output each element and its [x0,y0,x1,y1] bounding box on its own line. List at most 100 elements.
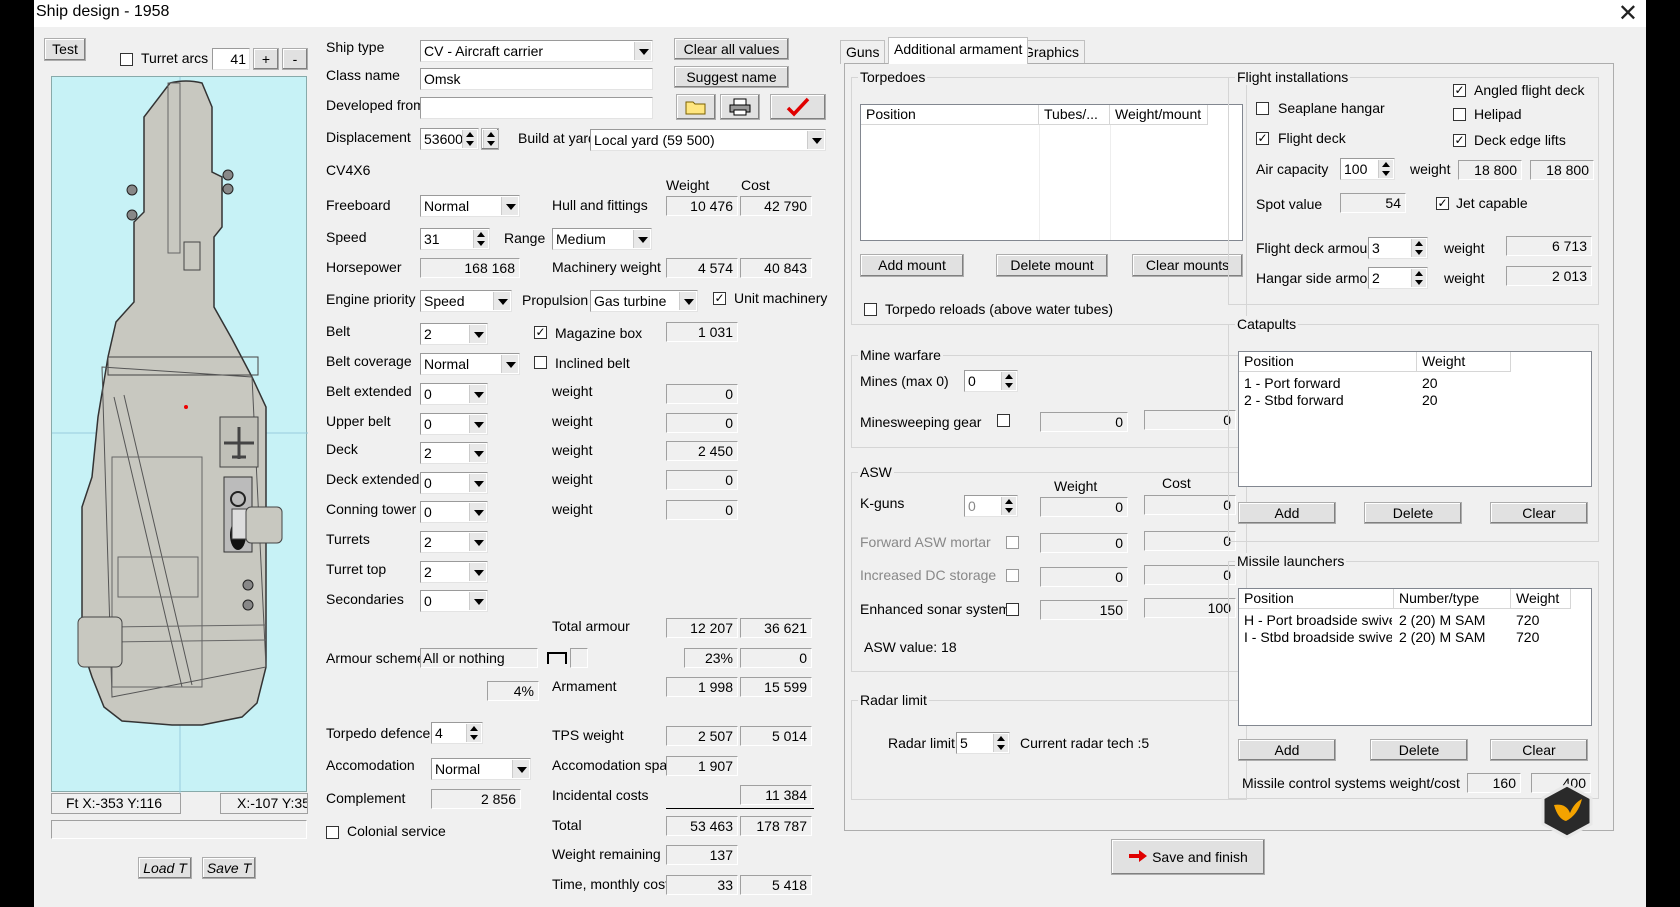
close-icon[interactable]: ✕ [1618,0,1638,27]
range-select[interactable]: Medium [552,228,652,250]
increased-dc-storage-checkbox[interactable] [1006,569,1019,582]
torpedo-defence-value: 4 [435,725,443,741]
clear-mounts-button[interactable]: Clear mounts [1132,254,1243,277]
propulsion-select[interactable]: Gas turbine [590,290,698,312]
air-capacity-field[interactable]: 100 [1340,158,1395,180]
turret-arcs-minus-button[interactable]: - [282,48,308,70]
torpedoes-title: Torpedoes [858,69,928,85]
missile-row-2-position[interactable]: I - Stbd broadside swivel... [1244,629,1392,645]
ship-plan-view[interactable] [51,76,308,793]
flight-deck-armour-field[interactable]: 3 [1368,237,1428,259]
unit-machinery-checkbox[interactable]: ✓ [713,292,726,305]
tab-additional-armament[interactable]: Additional armament [888,37,1029,64]
torpedo-defence-spinner[interactable] [466,724,481,742]
tab-guns[interactable]: Guns [840,40,886,64]
air-capacity-spinner[interactable] [1378,160,1393,178]
hangar-side-armour-field[interactable]: 2 [1368,267,1428,289]
belt-extended-select[interactable]: 0 [420,383,488,405]
deck-edge-lifts-checkbox[interactable]: ✓ [1453,134,1466,147]
torpedo-col-tubes[interactable]: Tubes/... [1039,105,1110,125]
chevron-down-icon [501,355,518,373]
print-button[interactable] [720,94,760,120]
confirm-button[interactable] [770,94,826,120]
missile-launchers-list[interactable]: Position Number/type Weight H - Port bro… [1238,588,1592,726]
class-name-field[interactable]: Omsk [420,68,653,90]
missile-col-position[interactable]: Position [1239,589,1394,609]
radar-limit-spinner[interactable] [993,734,1008,752]
colonial-service-checkbox[interactable] [326,826,339,839]
k-guns-field[interactable]: 0 [964,495,1018,517]
build-at-yard-select[interactable]: Local yard (59 500) [590,129,826,151]
catapult-add-button[interactable]: Add [1238,502,1336,524]
belt-coverage-select[interactable]: Normal [420,353,520,375]
freeboard-select[interactable]: Normal [420,195,520,217]
displacement-spinner[interactable] [462,130,477,148]
missile-row-1-position[interactable]: H - Port broadside swive... [1244,612,1392,628]
torpedo-col-position[interactable]: Position [861,105,1039,125]
delete-mount-button[interactable]: Delete mount [996,254,1108,277]
deck-select[interactable]: 2 [420,442,488,464]
seaplane-hangar-checkbox[interactable] [1256,102,1269,115]
turret-arcs-checkbox[interactable] [120,53,133,66]
missile-col-weight[interactable]: Weight [1511,589,1571,609]
jet-capable-checkbox[interactable]: ✓ [1436,197,1449,210]
magazine-box-checkbox[interactable]: ✓ [534,326,547,339]
missile-clear-button[interactable]: Clear [1490,739,1588,761]
belt-select[interactable]: 2 [420,323,488,345]
torpedo-reloads-checkbox[interactable] [864,303,877,316]
current-radar-tech: Current radar tech :5 [1020,735,1150,751]
forward-asw-mortar-checkbox[interactable] [1006,536,1019,549]
accomodation-select[interactable]: Normal [431,758,531,780]
helipad-checkbox[interactable] [1453,108,1466,121]
radar-limit-field[interactable]: 5 [956,732,1010,754]
deck-extended-select[interactable]: 0 [420,472,488,494]
mines-field[interactable]: 0 [964,370,1018,392]
minesweeping-gear-checkbox[interactable] [997,414,1010,427]
speed-spinner[interactable] [473,230,488,248]
clear-all-values-button[interactable]: Clear all values [674,38,789,60]
missile-add-button[interactable]: Add [1238,739,1336,761]
suggest-name-button[interactable]: Suggest name [674,66,789,88]
load-button[interactable]: Load T [138,857,192,879]
missile-col-number-type[interactable]: Number/type [1394,589,1511,609]
catapult-row-2-position[interactable]: 2 - Stbd forward [1244,392,1344,408]
displacement-field[interactable]: 53600 [420,128,479,150]
turret-top-select[interactable]: 2 [420,561,488,583]
add-mount-button[interactable]: Add mount [860,254,964,277]
catapult-row-1-position[interactable]: 1 - Port forward [1244,375,1340,391]
torpedo-defence-field[interactable]: 4 [431,722,483,744]
mines-spinner[interactable] [1001,372,1016,390]
displacement-spinner-large[interactable] [481,128,499,150]
angled-flight-deck-checkbox[interactable]: ✓ [1453,84,1466,97]
catapult-col-position[interactable]: Position [1239,352,1417,372]
conning-tower-select[interactable]: 0 [420,501,488,523]
save-and-finish-button[interactable]: Save and finish [1111,839,1265,875]
missile-delete-button[interactable]: Delete [1370,739,1468,761]
enhanced-sonar-checkbox[interactable] [1006,603,1019,616]
catapult-clear-button[interactable]: Clear [1490,502,1588,524]
turret-arcs-plus-button[interactable]: + [253,48,279,70]
flight-deck-armour-spinner[interactable] [1411,239,1426,257]
engine-priority-select[interactable]: Speed [420,290,512,312]
catapult-delete-button[interactable]: Delete [1364,502,1462,524]
secondaries-select[interactable]: 0 [420,590,488,612]
chevron-down-icon [634,42,651,60]
hangar-side-armour-spinner[interactable] [1411,269,1426,287]
flight-deck-checkbox[interactable]: ✓ [1256,132,1269,145]
catapult-col-weight[interactable]: Weight [1417,352,1511,372]
ship-type-select[interactable]: CV - Aircraft carrier [420,40,653,62]
catapults-list[interactable]: Position Weight 1 - Port forward 20 2 - … [1238,351,1592,487]
turret-arcs-value[interactable]: 41 [212,48,250,70]
inclined-belt-checkbox[interactable] [534,356,547,369]
open-folder-button[interactable] [676,94,716,120]
test-button[interactable]: Test [44,38,86,61]
speed-field[interactable]: 31 [420,228,490,250]
torpedo-mounts-list[interactable]: Position Tubes/... Weight/mount [860,104,1243,241]
radar-limit-title: Radar limit [858,692,929,708]
k-guns-spinner[interactable] [1001,497,1016,515]
torpedo-col-weight[interactable]: Weight/mount [1110,105,1208,125]
turrets-select[interactable]: 2 [420,531,488,553]
save-button[interactable]: Save T [202,857,256,879]
developed-from-field[interactable] [420,97,653,119]
upper-belt-select[interactable]: 0 [420,413,488,435]
